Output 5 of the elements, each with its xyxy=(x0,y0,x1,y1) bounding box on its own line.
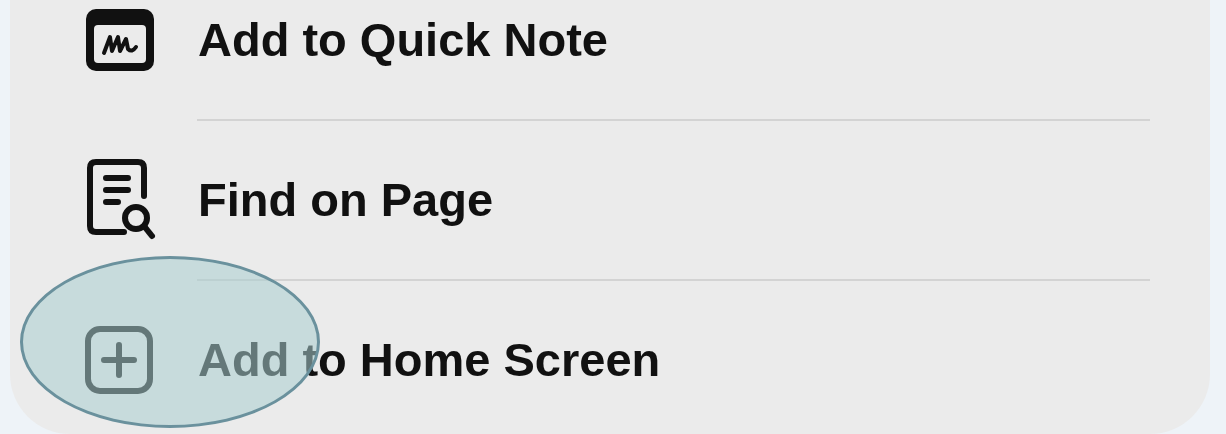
signature-note-icon xyxy=(84,7,156,73)
menu-item-label[interactable]: Find on Page xyxy=(198,164,494,236)
document-search-icon xyxy=(84,158,156,242)
menu-item-label[interactable]: Add to Quick Note xyxy=(198,4,608,76)
add-square-icon xyxy=(84,325,154,395)
